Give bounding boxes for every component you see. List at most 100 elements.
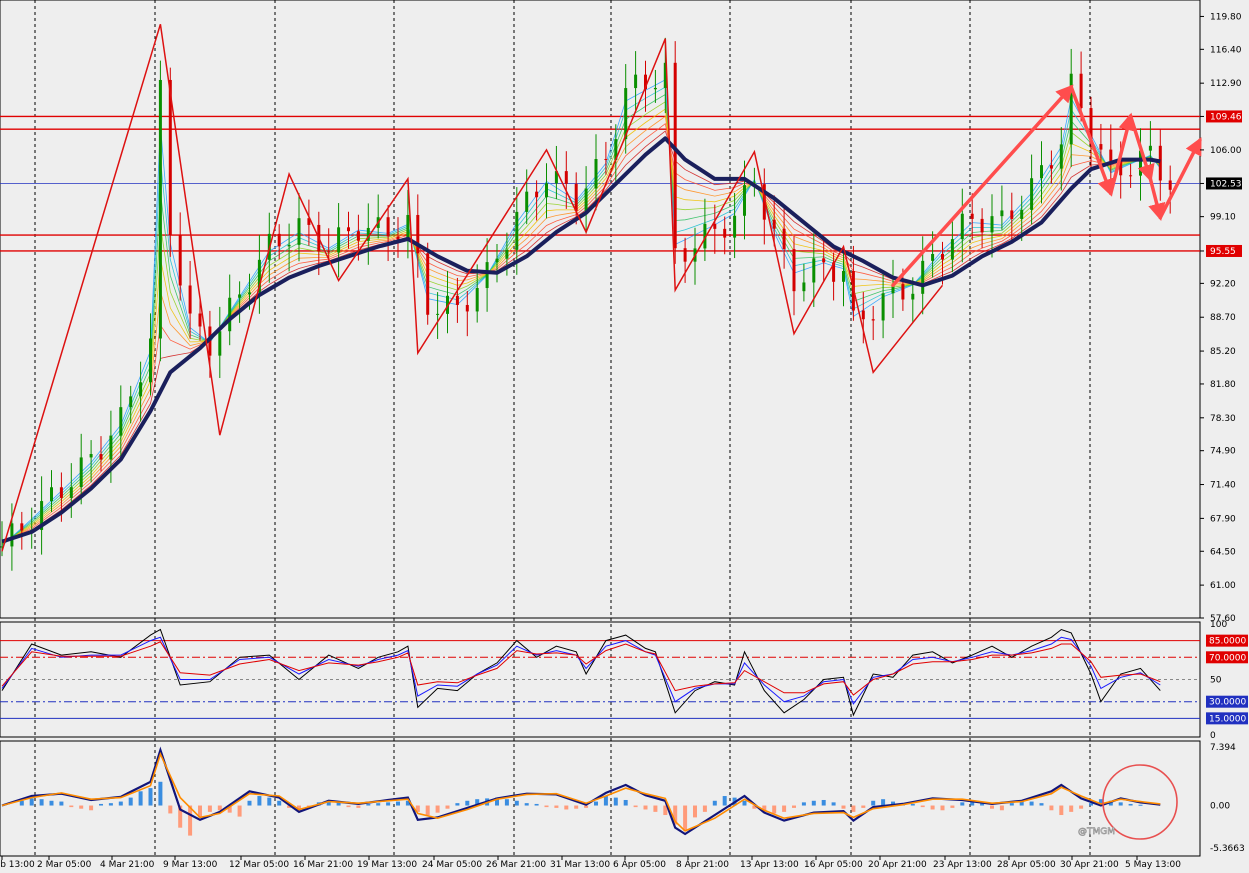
macd-histogram-bar (207, 805, 212, 812)
candle-body (683, 248, 687, 262)
candle-body (356, 231, 360, 241)
macd-histogram-bar (920, 805, 925, 808)
candle-body (69, 487, 73, 498)
candle-body (653, 87, 657, 90)
candle-body (248, 292, 251, 295)
macd-histogram-bar (89, 805, 94, 811)
macd-histogram-bar (217, 805, 222, 811)
candle-body (475, 288, 479, 312)
macd-histogram-bar (554, 805, 559, 808)
price-tick-label: 81.80 (1210, 380, 1236, 390)
candle-body (1049, 165, 1053, 169)
price-tick-label: 78.30 (1210, 414, 1236, 424)
time-tick-label: 8 Apr 21:00 (676, 860, 729, 870)
macd-histogram-bar (940, 805, 945, 811)
candle-body (277, 233, 281, 247)
stochastic-tag-label: 70.0000 (1209, 653, 1246, 663)
trading-chart[interactable]: @TMGM 119.80 116.40 112.90 109.46 106.00 102.… (0, 0, 1249, 873)
candle-body (1010, 210, 1014, 219)
macd-histogram-bar (386, 802, 391, 806)
candle-body (1030, 178, 1034, 210)
price-tag-label: 102.53 (1210, 179, 1242, 189)
candle-body (584, 188, 588, 211)
time-tick-label: 2 Mar 05:00 (37, 860, 92, 870)
macd-histogram-bar (396, 801, 400, 806)
macd-histogram-bar (1118, 802, 1123, 806)
candle-body (901, 284, 905, 300)
macd-histogram-bar (990, 805, 994, 809)
candle-body (911, 293, 915, 300)
macd-histogram-bar (613, 797, 618, 806)
candle-body (139, 382, 143, 397)
macd-histogram-bar (267, 797, 272, 806)
price-tick-label: 85.20 (1210, 347, 1236, 357)
candle-body (713, 223, 717, 229)
candle-body (1079, 73, 1083, 109)
price-tick-label: 116.40 (1210, 45, 1242, 55)
price-tick-label: 88.70 (1210, 313, 1236, 323)
macd-histogram-bar (148, 788, 153, 806)
candle-body (119, 407, 123, 436)
candle-body (822, 258, 826, 263)
macd-histogram-bar (69, 805, 74, 808)
macd-histogram-bar (821, 799, 826, 806)
candle-body (842, 270, 845, 282)
macd-histogram-bar (910, 803, 915, 806)
candle-body (396, 236, 400, 240)
candle-body (782, 228, 786, 250)
macd-histogram-bar (633, 805, 638, 808)
macd-histogram-bar (950, 805, 955, 808)
candle-body (535, 191, 539, 198)
candle-body (1040, 165, 1043, 179)
candle-body (327, 251, 331, 253)
macd-histogram-bar (1039, 803, 1044, 806)
macd-histogram-bar (524, 803, 529, 806)
time-tick-label: 20 Apr 21:00 (868, 860, 927, 870)
macd-histogram-bar (871, 800, 876, 806)
stochastic-tag-label: 30.0000 (1209, 698, 1246, 708)
macd-histogram-bar (693, 805, 697, 818)
candle-body (455, 295, 459, 305)
candle-body (297, 218, 301, 245)
price-tick-label: 61.00 (1210, 581, 1236, 591)
price-tick-label: 112.90 (1210, 79, 1242, 89)
candle-body (931, 253, 935, 261)
candle-body (158, 79, 162, 339)
time-tick-label: 12 Mar 05:00 (229, 860, 289, 870)
macd-tick-label: 0.00 (1210, 802, 1230, 812)
macd-histogram-bar (831, 802, 836, 806)
macd-histogram-bar (544, 805, 549, 808)
macd-histogram-bar (1009, 803, 1014, 806)
candle-body (218, 331, 222, 356)
macd-histogram-bar (277, 800, 282, 806)
macd-histogram-bar (772, 805, 777, 814)
time-tick-label: 4 Mar 21:00 (100, 860, 155, 870)
macd-tick-label: -5.3663 (1210, 844, 1245, 854)
price-tick-label: 74.90 (1210, 447, 1236, 457)
stochastic-tag-label: 15.0000 (1209, 714, 1246, 724)
macd-histogram-bar (722, 796, 727, 806)
macd-histogram-bar (356, 805, 361, 808)
time-tick-label: 23 Apr 13:00 (933, 860, 992, 870)
macd-histogram-bar (108, 803, 113, 806)
candle-body (109, 435, 113, 460)
candle-body (406, 214, 410, 240)
candle-body (178, 235, 182, 286)
macd-histogram-bar (930, 805, 935, 810)
candle-body (426, 253, 430, 315)
macd-histogram-bar (366, 803, 371, 806)
candle-body (871, 319, 875, 321)
candle-body (1069, 73, 1073, 145)
stochastic-tag-label: 85.0000 (1209, 637, 1246, 647)
candle-body (525, 191, 529, 212)
candle-body (970, 213, 974, 219)
candle-body (228, 297, 232, 332)
macd-histogram-bar (455, 803, 460, 806)
price-tick-label: 106.00 (1210, 146, 1242, 156)
macd-histogram-bar (79, 805, 84, 809)
time-tick-label: 9 Mar 13:00 (163, 860, 218, 870)
candle-body (564, 171, 568, 184)
macd-histogram-bar (584, 805, 589, 808)
candle-body (238, 294, 242, 298)
macd-histogram-bar (792, 805, 796, 808)
